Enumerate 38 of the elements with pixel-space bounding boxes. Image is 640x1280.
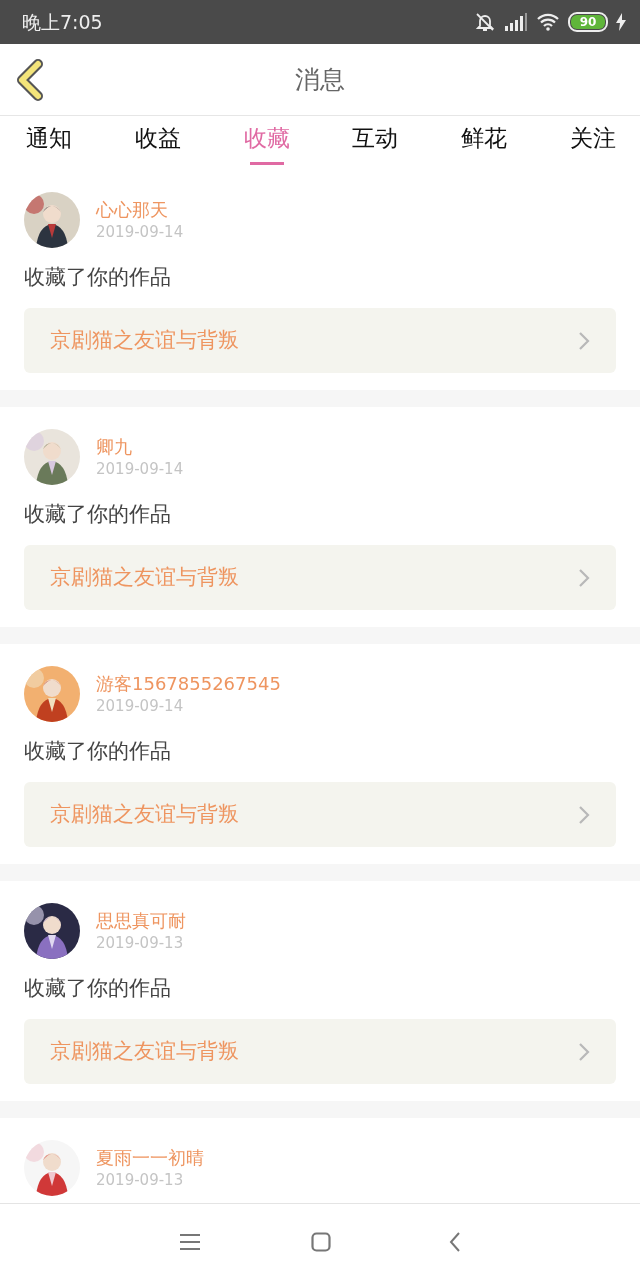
message-text: 收藏了你的作品 xyxy=(24,738,172,765)
tab[interactable]: 收益 xyxy=(122,116,193,170)
muted-bell-icon xyxy=(474,11,496,33)
chevron-right-icon xyxy=(578,567,590,588)
message-date: 2019-09-14 xyxy=(96,459,184,479)
user-name[interactable]: 心心那天 xyxy=(96,198,184,222)
user-name[interactable]: 游客1567855267545 xyxy=(96,672,281,696)
tab[interactable]: 通知 xyxy=(14,116,84,170)
user-name[interactable]: 思思真可耐 xyxy=(96,909,186,933)
work-link[interactable]: 京剧猫之友谊与背叛 xyxy=(24,1019,616,1084)
message-text: 收藏了你的作品 xyxy=(24,264,172,291)
message-date: 2019-09-14 xyxy=(96,222,184,242)
user-name[interactable]: 卿九 xyxy=(96,435,184,459)
message-date: 2019-09-13 xyxy=(96,1170,185,1190)
chevron-right-icon xyxy=(578,1041,590,1062)
battery-level: 90 xyxy=(571,15,605,29)
signal-icon xyxy=(504,13,528,31)
wifi-icon xyxy=(536,13,560,31)
status-time: 晚上7:05 xyxy=(22,9,103,35)
charging-icon xyxy=(616,13,626,31)
chevron-right-icon xyxy=(578,330,590,351)
menu-icon[interactable] xyxy=(179,1233,201,1251)
message-date: 2019-09-14 xyxy=(96,696,185,716)
tab[interactable]: 鲜花 xyxy=(449,116,520,170)
work-link[interactable]: 京剧猫之友谊与背叛 xyxy=(24,782,616,847)
work-link[interactable]: 京剧猫之友谊与背叛 xyxy=(24,308,616,373)
work-link[interactable]: 京剧猫之友谊与背叛 xyxy=(24,545,616,610)
message-date: 2019-09-13 xyxy=(96,933,185,953)
user-name[interactable]: 夏雨一一初晴 xyxy=(96,1146,204,1170)
tab[interactable]: 互动 xyxy=(340,116,411,170)
tab[interactable]: 收藏 xyxy=(231,116,302,170)
tab[interactable]: 关注 xyxy=(558,116,628,170)
back-icon[interactable] xyxy=(449,1231,461,1253)
chevron-right-icon xyxy=(578,804,590,825)
page-title: 消息 xyxy=(295,63,345,96)
message-text: 收藏了你的作品 xyxy=(24,501,172,528)
message-text: 收藏了你的作品 xyxy=(24,975,172,1002)
home-icon[interactable] xyxy=(311,1232,331,1252)
